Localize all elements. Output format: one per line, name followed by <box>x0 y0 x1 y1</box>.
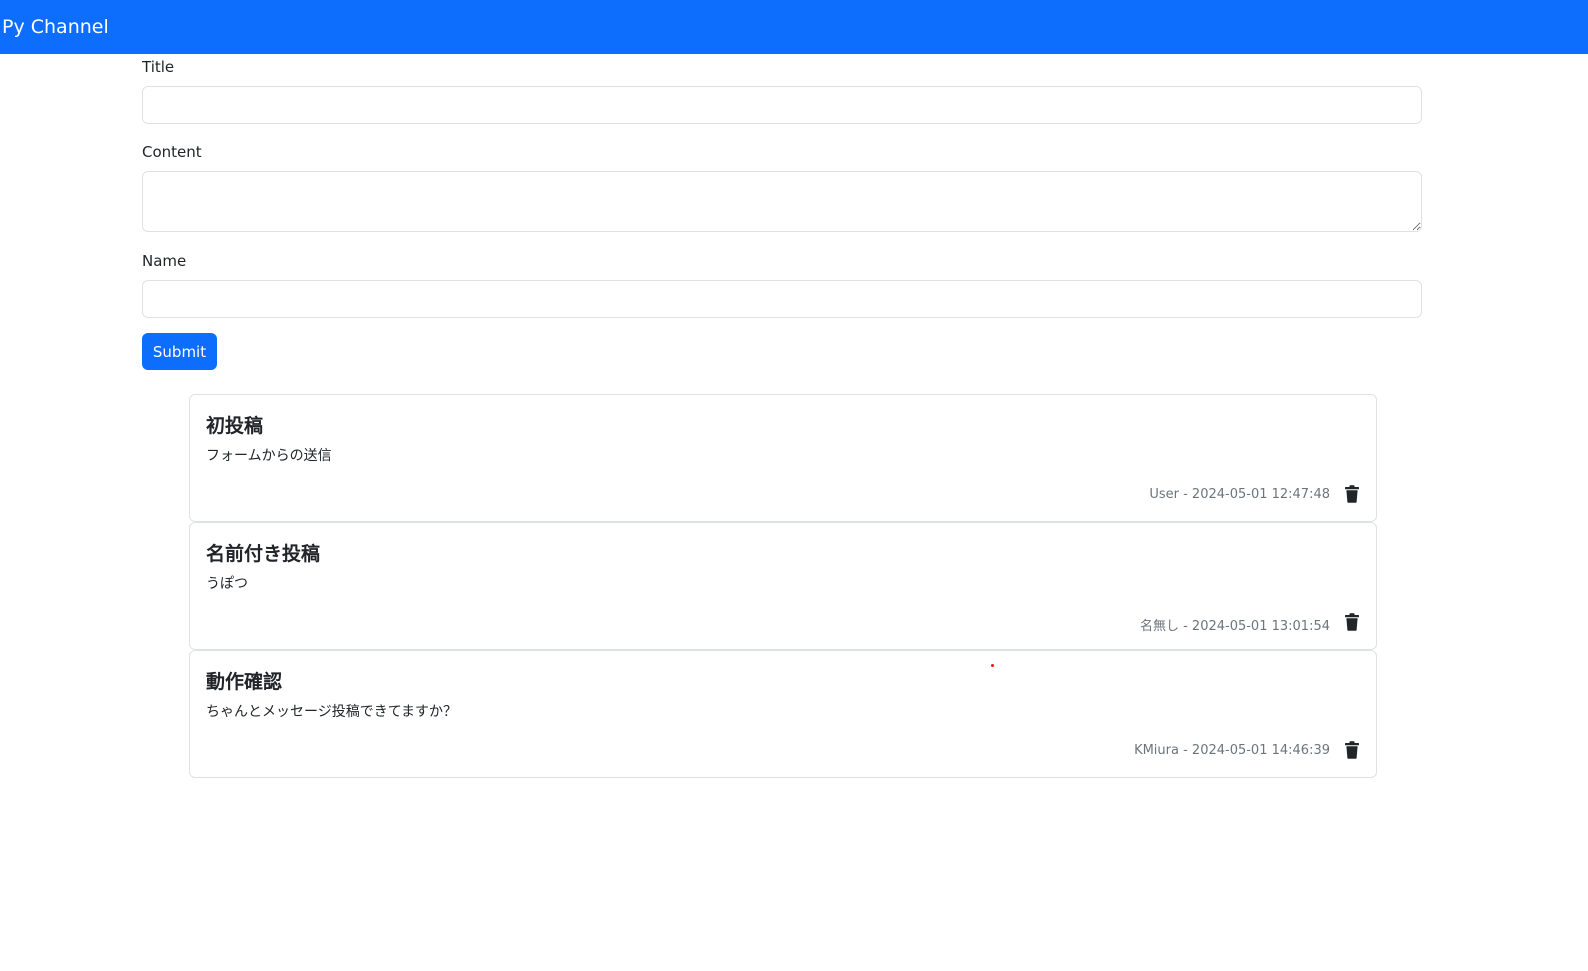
post-title: 名前付き投稿 <box>206 543 321 565</box>
cursor-dot <box>991 664 994 667</box>
post-card: 動作確認 ちゃんとメッセージ投稿できてますか？ KMiura - 2024-05… <box>189 650 1377 778</box>
brand-link[interactable]: Py Channel <box>0 16 109 38</box>
content-label: Content <box>142 143 202 161</box>
post-list: 初投稿 フォームからの送信 User - 2024-05-01 12:47:48… <box>189 394 1377 778</box>
post-title: 初投稿 <box>206 415 264 437</box>
title-label: Title <box>142 58 175 76</box>
name-label: Name <box>142 252 187 270</box>
post-title: 動作確認 <box>206 671 283 693</box>
navbar: Py Channel <box>0 0 1588 54</box>
submit-button[interactable]: Submit <box>142 333 217 370</box>
post-content: うぽつ <box>206 576 248 592</box>
post-card: 初投稿 フォームからの送信 User - 2024-05-01 12:47:48 <box>189 394 1377 522</box>
post-meta: 名無し - 2024-05-01 13:01:54 <box>1139 619 1330 634</box>
post-content: ちゃんとメッセージ投稿できてますか？ <box>206 704 458 720</box>
post-meta: KMiura - 2024-05-01 14:46:39 <box>1134 743 1330 758</box>
name-input[interactable] <box>142 280 1422 318</box>
post-content: フォームからの送信 <box>206 448 332 464</box>
trash-icon[interactable] <box>1344 741 1360 759</box>
content-textarea[interactable] <box>142 171 1422 232</box>
trash-icon[interactable] <box>1344 613 1360 631</box>
title-input[interactable] <box>142 86 1422 124</box>
post-meta: User - 2024-05-01 12:47:48 <box>1149 487 1330 502</box>
trash-icon[interactable] <box>1344 485 1360 503</box>
post-card: 名前付き投稿 うぽつ 名無し - 2024-05-01 13:01:54 <box>189 522 1377 650</box>
